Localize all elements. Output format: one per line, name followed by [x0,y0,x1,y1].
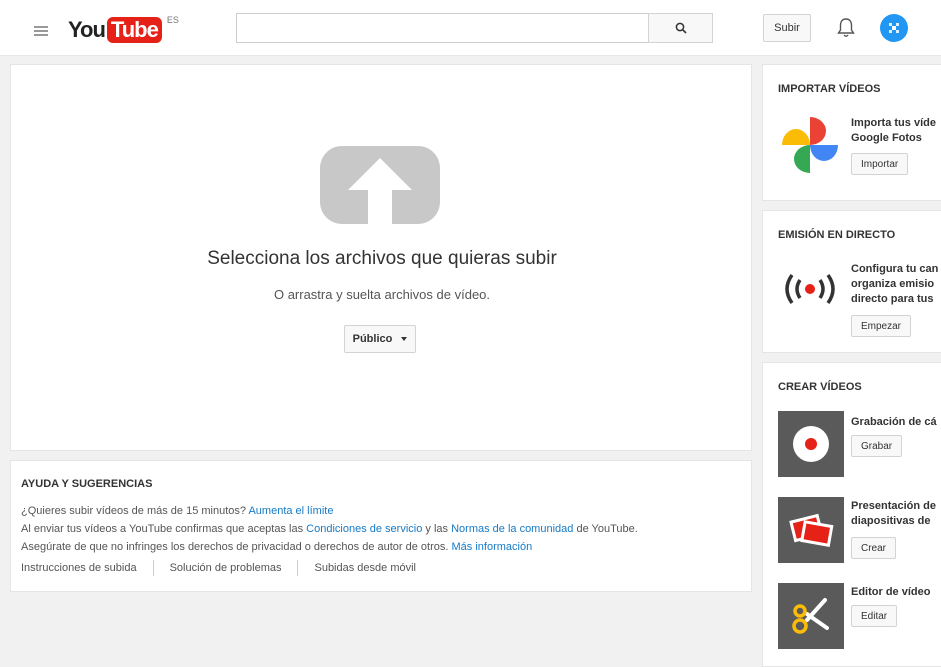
caret-down-icon [401,337,408,341]
slideshow-label-1: Presentación de [851,500,936,512]
logo-tube-text: Tube [106,17,162,43]
scissors-icon [792,598,829,634]
top-header: You Tube ES Subir [0,0,941,56]
upload-subtitle: O arrastra y suelta archivos de vídeo. [273,287,491,302]
live-text-3: directo para tus [851,293,934,305]
upload-instructions-link[interactable]: Instrucciones de subida [21,562,137,574]
upload-dropzone[interactable]: Selecciona los archivos que quieras subi… [10,64,752,451]
live-text-2: organiza emisio [851,278,935,290]
webcam-record-label: Grabación de cá [851,416,937,428]
avatar[interactable] [880,14,908,42]
increase-limit-link[interactable]: Aumenta el límite [248,505,333,517]
record-button[interactable]: Grabar [851,435,903,457]
webcam-record-thumb[interactable] [778,411,844,477]
divider [152,560,154,576]
help-line-2: Al enviar tus vídeos a YouTube confirmas… [21,523,638,535]
video-editor-thumb[interactable] [778,583,844,649]
record-icon [793,426,829,462]
upload-arrow-icon[interactable] [320,146,440,224]
slideshow-icon [789,513,834,547]
more-info-link[interactable]: Más información [452,541,533,553]
logo-you-text: You [68,17,106,42]
slideshow-label-2: diapositivas de [851,515,931,527]
create-slideshow-button[interactable]: Crear [851,537,897,559]
region-code: ES [166,15,179,25]
create-title: CREAR VÍDEOS [778,381,862,393]
help-links: Instrucciones de subida Solución de prob… [21,560,741,576]
video-editor-label: Editor de vídeo [851,586,931,598]
mobile-uploads-link[interactable]: Subidas desde móvil [314,562,416,574]
import-button[interactable]: Importar [851,153,909,175]
youtube-logo[interactable]: You Tube ES [68,15,179,43]
edit-video-button[interactable]: Editar [851,605,898,627]
create-videos-card: CREAR VÍDEOS Grabación de cá Grabar Pres… [762,362,941,667]
divider [297,560,299,576]
help-line-1: ¿Quieres subir vídeos de más de 15 minut… [21,505,334,517]
upload-button[interactable]: Subir [763,14,811,42]
menu-icon[interactable] [34,26,48,36]
start-live-button[interactable]: Empezar [851,315,912,337]
terms-of-service-link[interactable]: Condiciones de servicio [306,523,422,535]
notifications-bell-icon[interactable] [836,17,856,39]
community-guidelines-link[interactable]: Normas de la comunidad [451,523,573,535]
slideshow-thumb[interactable] [778,497,844,563]
import-text-1: Importa tus víde [851,117,936,129]
help-section: AYUDA Y SUGERENCIAS ¿Quieres subir vídeo… [10,460,752,592]
avatar-icon [887,21,901,35]
search-button[interactable] [648,13,713,43]
live-text-1: Configura tu can [851,263,939,275]
live-title: EMISIÓN EN DIRECTO [778,229,896,241]
import-title: IMPORTAR VÍDEOS [778,83,881,95]
privacy-dropdown[interactable]: Público [344,325,416,353]
import-text-2: Google Fotos [851,132,922,144]
search-input[interactable] [236,13,648,43]
troubleshooting-link[interactable]: Solución de problemas [170,562,282,574]
import-videos-card: IMPORTAR VÍDEOS Importa tus víde Google … [762,64,941,201]
upload-title: Selecciona los archivos que quieras subi… [207,248,557,269]
google-photos-icon [782,117,838,173]
help-line-3: Asegúrate de que no infringes los derech… [21,541,533,553]
privacy-value: Público [352,333,393,345]
live-stream-card: EMISIÓN EN DIRECTO Configura tu can orga… [762,210,941,353]
live-broadcast-icon [785,273,835,305]
help-title: AYUDA Y SUGERENCIAS [21,478,153,490]
search-icon [675,22,687,34]
